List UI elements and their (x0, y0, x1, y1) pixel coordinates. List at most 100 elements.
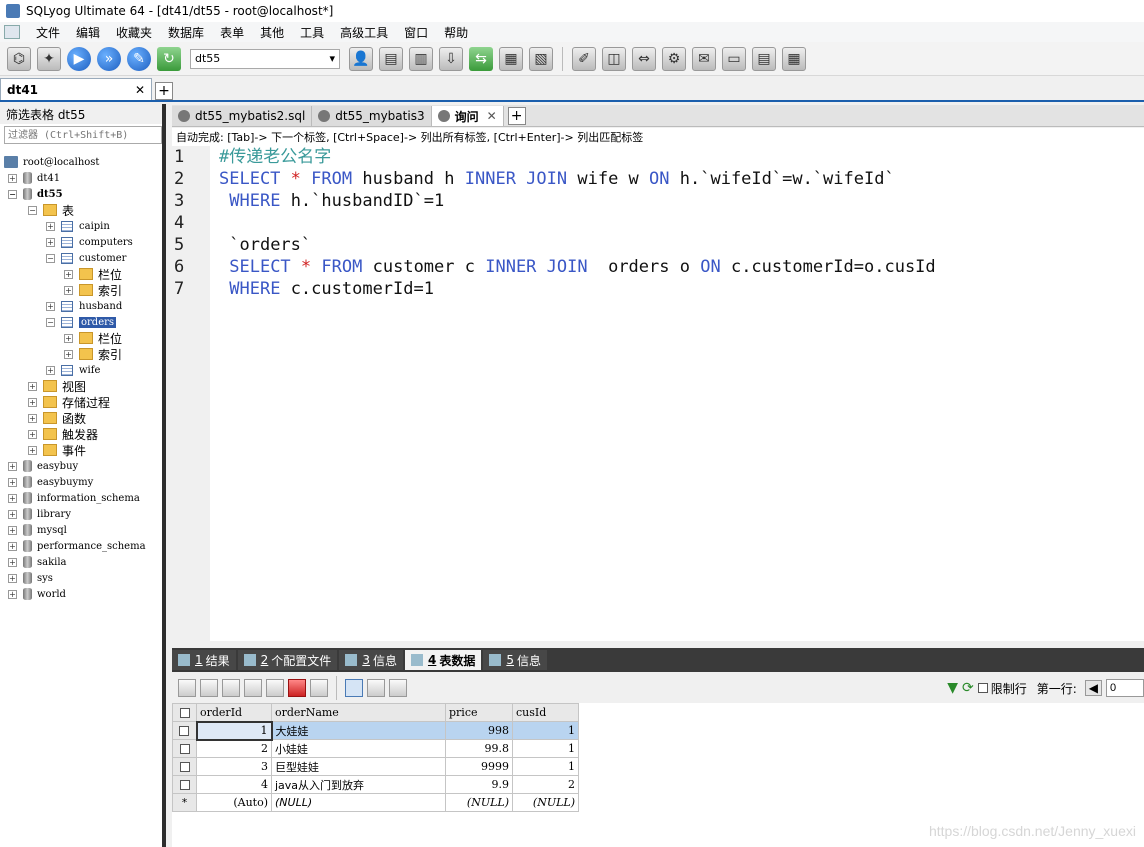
execute-edit-icon[interactable]: ✎ (127, 46, 151, 71)
prev-page-icon[interactable]: ◀ (1084, 680, 1102, 696)
expand-icon[interactable]: + (8, 461, 17, 471)
add-query-tab-button[interactable]: + (507, 107, 526, 125)
expand-icon[interactable]: + (8, 173, 17, 183)
limit-rows-checkbox[interactable] (977, 683, 988, 693)
table-row[interactable]: 2 小娃娃 99.8 1 (172, 739, 579, 758)
menu-tools[interactable]: 工具 (292, 24, 332, 41)
restore-db-icon[interactable]: ▥ (409, 46, 433, 71)
report-icon[interactable]: ▤ (752, 46, 776, 71)
menu-help[interactable]: 帮助 (436, 24, 476, 41)
expand-icon[interactable]: + (64, 285, 73, 295)
expand-icon[interactable]: + (8, 477, 17, 487)
row-header[interactable] (172, 721, 197, 740)
expand-icon[interactable]: + (8, 589, 17, 599)
filter-input[interactable] (4, 126, 162, 144)
table-row[interactable]: 1 大娃娃 998 1 (172, 720, 579, 741)
table-cell[interactable]: 3 (196, 757, 272, 776)
table-cell[interactable]: 2 (512, 775, 579, 794)
import-icon[interactable]: ⇩ (439, 46, 463, 71)
tree-db-dt41[interactable]: + dt41 (8, 170, 60, 186)
expand-icon[interactable]: + (8, 573, 17, 583)
row-checkbox[interactable] (179, 780, 190, 790)
expand-icon[interactable]: + (64, 333, 73, 343)
tree-db-sys[interactable]: + sys (8, 570, 53, 586)
table-cell[interactable]: java从入门到放弃 (271, 775, 446, 794)
tree-folder-functions[interactable]: + 函数 (28, 410, 86, 426)
expand-icon[interactable]: + (64, 349, 73, 359)
refresh-icon[interactable]: ⟳ (962, 680, 974, 696)
grid-view-icon[interactable] (345, 679, 363, 697)
expand-icon[interactable]: + (8, 525, 17, 535)
job-agent-icon[interactable]: ⚙ (662, 46, 686, 71)
expand-icon[interactable]: + (28, 381, 37, 391)
table-cell[interactable]: 1 (195, 720, 273, 741)
text-view-icon[interactable] (389, 679, 407, 697)
expand-icon[interactable]: + (8, 541, 17, 551)
query-tab-mybatis3[interactable]: dt55_mybatis3 (312, 106, 432, 126)
expand-icon[interactable]: + (8, 493, 17, 503)
result-tab-table-data[interactable]: 4 表数据 (404, 650, 482, 670)
row-header[interactable] (172, 739, 197, 758)
table-cell[interactable]: 99.8 (445, 739, 513, 758)
data-grid-icon[interactable]: ▦ (499, 46, 523, 71)
query-tab-mybatis2[interactable]: dt55_mybatis2.sql (172, 106, 313, 126)
window-menu-icon[interactable] (4, 25, 20, 39)
cancel-changes-icon[interactable] (310, 679, 328, 697)
schema-sync-icon[interactable]: ⇆ (469, 46, 493, 71)
import-data-icon[interactable] (178, 679, 196, 697)
column-header[interactable]: orderName (271, 703, 446, 722)
tree-customer-indexes[interactable]: + 索引 (64, 282, 122, 298)
select-all-checkbox[interactable] (179, 708, 190, 718)
row-header[interactable] (172, 757, 197, 776)
table-row[interactable]: 4 java从入门到放弃 9.9 2 (172, 775, 579, 794)
data-compare-icon[interactable]: ⇔ (632, 46, 656, 71)
expand-icon[interactable]: + (28, 445, 37, 455)
query-tab-query[interactable]: 询问 ✕ (431, 106, 504, 126)
menu-favorites[interactable]: 收藏夹 (108, 24, 160, 41)
menu-other[interactable]: 其他 (252, 24, 292, 41)
result-tab-results[interactable]: 1 结果 (172, 650, 236, 670)
collapse-icon[interactable]: − (28, 205, 37, 215)
tree-db-library[interactable]: + library (8, 506, 71, 522)
new-row[interactable]: * (Auto) (NULL) (NULL) (NULL) (172, 793, 579, 812)
table-cell[interactable]: (NULL) (445, 793, 513, 812)
table-row[interactable]: 3 巨型娃娃 9999 1 (172, 757, 579, 776)
export-data-icon[interactable] (200, 679, 218, 697)
expand-icon[interactable]: + (46, 237, 55, 247)
row-checkbox[interactable] (179, 744, 190, 754)
close-icon[interactable]: ✕ (135, 83, 145, 97)
menu-file[interactable]: 文件 (28, 24, 68, 41)
menu-database[interactable]: 数据库 (160, 24, 212, 41)
connection-tab-dt41[interactable]: dt41 ✕ (0, 78, 152, 100)
expand-icon[interactable]: + (64, 269, 73, 279)
new-query-icon[interactable]: ✦ (37, 46, 61, 71)
tree-db-world[interactable]: + world (8, 586, 66, 602)
table-cell[interactable]: 巨型娃娃 (271, 757, 446, 776)
backup-db-icon[interactable]: ▤ (379, 46, 403, 71)
result-tab-messages[interactable]: 3 信息 (339, 650, 403, 670)
tree-folder-triggers[interactable]: + 触发器 (28, 426, 98, 442)
table-cell[interactable]: 2 (196, 739, 272, 758)
tree-table-customer[interactable]: − customer (46, 250, 126, 266)
tree-db-mysql[interactable]: + mysql (8, 522, 67, 538)
monitor-icon[interactable]: ▭ (722, 46, 746, 71)
menu-window[interactable]: 窗口 (396, 24, 436, 41)
column-header[interactable]: orderId (196, 703, 272, 722)
table-cell[interactable]: (Auto) (196, 793, 272, 812)
expand-icon[interactable]: + (8, 557, 17, 567)
collapse-icon[interactable]: − (46, 253, 55, 263)
menu-table[interactable]: 表单 (212, 24, 252, 41)
tree-db-easybuymy[interactable]: + easybuymy (8, 474, 93, 490)
select-all-header[interactable] (172, 703, 197, 722)
row-checkbox[interactable] (179, 762, 190, 772)
user-manager-icon[interactable]: 👤 (349, 46, 373, 71)
duplicate-row-icon[interactable] (244, 679, 262, 697)
filter-icon[interactable]: ▼ (947, 680, 958, 696)
table-cell[interactable]: 小娃娃 (271, 739, 446, 758)
tree-table-wife[interactable]: + wife (46, 362, 100, 378)
query-builder-icon[interactable]: ✐ (572, 46, 596, 71)
tree-db-easybuy[interactable]: + easybuy (8, 458, 78, 474)
collapse-icon[interactable]: − (46, 317, 55, 327)
collapse-icon[interactable]: − (8, 189, 17, 199)
result-tab-profile[interactable]: 2 个配置文件 (237, 650, 338, 670)
